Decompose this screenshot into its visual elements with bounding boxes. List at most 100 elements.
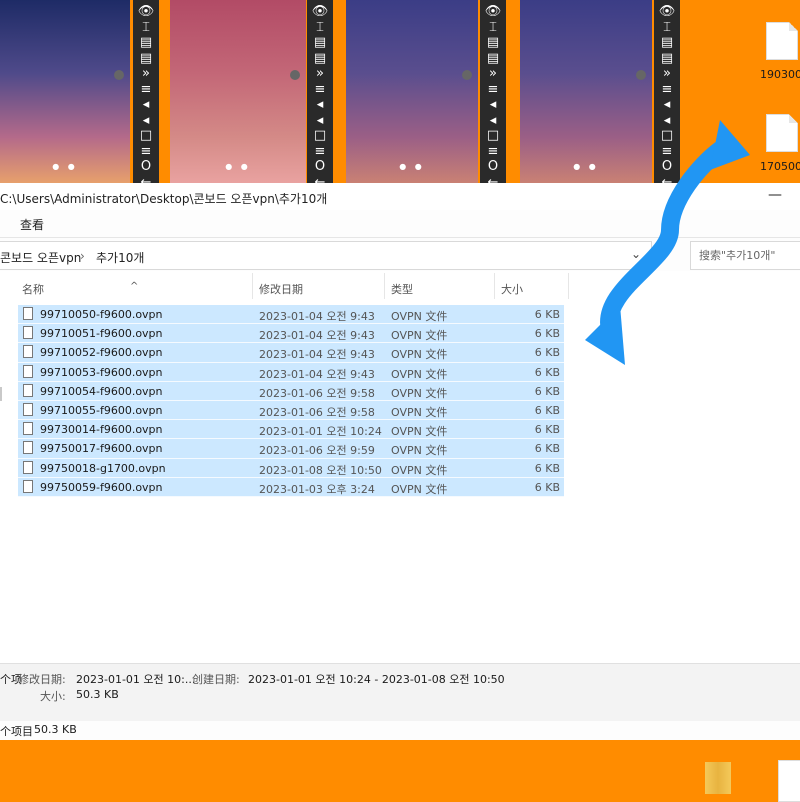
- text-cursor-icon[interactable]: ⌶: [663, 20, 671, 36]
- file-type: OVPN 文件: [391, 405, 448, 419]
- file-date: 2023-01-06 오전 9:58: [259, 386, 375, 400]
- file-name: 99750017-f9600.ovpn: [40, 442, 163, 456]
- eye-icon[interactable]: 👁: [312, 4, 329, 20]
- file-name: 99710052-f9600.ovpn: [40, 346, 163, 360]
- breadcrumb-current[interactable]: 추가10개: [96, 249, 144, 266]
- column-header-name[interactable]: 名称: [22, 281, 44, 297]
- desktop-file-label: 170500: [760, 160, 800, 173]
- home-icon[interactable]: O: [315, 159, 325, 175]
- phone-toolbar-3[interactable]: 👁 ⌶ ▤ ▤ » ≡ ◂ ◂ □ ≡ O ←: [480, 0, 506, 190]
- list-icon[interactable]: ▤: [661, 51, 673, 67]
- document-icon: [23, 383, 33, 397]
- file-name: 99710054-f9600.ovpn: [40, 384, 163, 398]
- rotate-icon[interactable]: □: [314, 128, 326, 144]
- file-name: 99750059-f9600.ovpn: [40, 480, 163, 494]
- breadcrumb-parent[interactable]: 콘보드 오픈vpn: [0, 249, 81, 266]
- table-row[interactable]: 99750059-f9600.ovpn 2023-01-03 오후 3:24 O…: [18, 477, 564, 497]
- file-size: 6 KB: [534, 423, 560, 437]
- list-icon[interactable]: ▤: [314, 51, 326, 67]
- status-selection-size: 50.3 KB: [34, 723, 77, 736]
- rotate-icon[interactable]: □: [487, 128, 499, 144]
- chevron-down-icon[interactable]: »: [142, 66, 150, 82]
- sort-ascending-icon: ^: [130, 281, 139, 292]
- volume-up-icon[interactable]: ◂: [317, 97, 324, 113]
- double-arrow-icon: [585, 120, 750, 365]
- file-type: OVPN 文件: [391, 310, 448, 323]
- tab-view[interactable]: 查看: [20, 216, 44, 233]
- list-icon[interactable]: ▤: [487, 51, 499, 67]
- document-icon: [23, 479, 33, 493]
- table-row[interactable]: 99750018-g1700.ovpn 2023-01-08 오전 10:50 …: [18, 458, 564, 478]
- document-icon: [23, 364, 33, 378]
- table-row[interactable]: 99710051-f9600.ovpn 2023-01-04 오전 9:43 O…: [18, 324, 564, 344]
- column-header-date[interactable]: 修改日期: [259, 281, 303, 297]
- chevron-down-icon[interactable]: »: [663, 66, 671, 82]
- table-row[interactable]: 99730014-f9600.ovpn 2023-01-01 오전 10:24 …: [18, 420, 564, 440]
- address-bar[interactable]: 콘보드 오픈vpn › 추가10개 ⌄: [0, 241, 652, 270]
- volume-down-icon[interactable]: ◂: [317, 113, 324, 129]
- volume-down-icon[interactable]: ◂: [490, 113, 497, 129]
- file-date: 2023-01-04 오전 9:43: [259, 310, 375, 323]
- phone-screen-3: ● ●: [346, 0, 478, 183]
- page-dots: ● ●: [225, 162, 251, 171]
- folder-icon[interactable]: [705, 762, 731, 794]
- rotate-icon[interactable]: □: [140, 128, 152, 144]
- file-date: 2023-01-06 오전 9:59: [259, 444, 375, 458]
- volume-up-icon[interactable]: ◂: [490, 97, 497, 113]
- file-icon[interactable]: [778, 760, 800, 802]
- table-row[interactable]: 99710052-f9600.ovpn 2023-01-04 오전 9:43 O…: [18, 343, 564, 363]
- clipboard-icon[interactable]: ▤: [314, 35, 326, 51]
- eye-icon[interactable]: 👁: [659, 4, 676, 20]
- chevron-down-icon[interactable]: »: [489, 66, 497, 82]
- home-icon[interactable]: O: [141, 159, 151, 175]
- column-header-type[interactable]: 类型: [391, 281, 413, 297]
- phone-toolbar-1[interactable]: 👁 ⌶ ▤ ▤ » ≡ ◂ ◂ □ ≡ O ←: [133, 0, 159, 190]
- home-icon[interactable]: O: [488, 159, 498, 175]
- table-row[interactable]: 99710053-f9600.ovpn 2023-01-04 오전 9:43 O…: [18, 362, 564, 382]
- document-icon: [23, 460, 33, 474]
- status-bar: 个项目 50.3 KB: [0, 721, 800, 740]
- document-icon: [23, 441, 33, 455]
- list-icon[interactable]: ▤: [140, 51, 152, 67]
- file-size: 6 KB: [534, 461, 560, 475]
- text-cursor-icon[interactable]: ⌶: [142, 20, 150, 36]
- text-cursor-icon[interactable]: ⌶: [489, 20, 497, 36]
- file-type: OVPN 文件: [391, 425, 448, 439]
- menu-icon[interactable]: ≡: [488, 82, 499, 98]
- details-modified-value: 2023-01-01 오전 10:...: [76, 673, 196, 686]
- table-row[interactable]: 99710054-f9600.ovpn 2023-01-06 오전 9:58 O…: [18, 381, 564, 401]
- table-row[interactable]: 99710050-f9600.ovpn 2023-01-04 오전 9:43 O…: [18, 305, 564, 325]
- breadcrumb-separator-icon[interactable]: ›: [80, 249, 85, 263]
- eye-icon[interactable]: 👁: [138, 4, 155, 20]
- file-date: 2023-01-08 오전 10:50: [259, 463, 382, 477]
- column-header-size[interactable]: 大小: [501, 281, 523, 297]
- details-size-value: 50.3 KB: [76, 688, 119, 701]
- file-name: 99710055-f9600.ovpn: [40, 403, 163, 417]
- volume-up-icon[interactable]: ◂: [664, 97, 671, 113]
- table-row[interactable]: 99750017-f9600.ovpn 2023-01-06 오전 9:59 O…: [18, 439, 564, 459]
- text-cursor-icon[interactable]: ⌶: [316, 20, 324, 36]
- clipboard-icon[interactable]: ▤: [487, 35, 499, 51]
- menu-lines-icon[interactable]: ≡: [315, 144, 326, 160]
- volume-down-icon[interactable]: ◂: [143, 113, 150, 129]
- file-name: 99730014-f9600.ovpn: [40, 423, 163, 437]
- table-row[interactable]: 99710055-f9600.ovpn 2023-01-06 오전 9:58 O…: [18, 400, 564, 421]
- volume-up-icon[interactable]: ◂: [143, 97, 150, 113]
- menu-icon[interactable]: ≡: [141, 82, 152, 98]
- menu-lines-icon[interactable]: ≡: [141, 144, 152, 160]
- column-headers: ^ 名称 修改日期 类型 大小: [0, 271, 570, 301]
- clipboard-icon[interactable]: ▤: [140, 35, 152, 51]
- desktop-file-label: 190300: [760, 68, 800, 81]
- desktop-file-190300[interactable]: 190300: [752, 22, 800, 81]
- clipboard-icon[interactable]: ▤: [661, 35, 673, 51]
- eye-icon[interactable]: 👁: [485, 4, 502, 20]
- chevron-down-icon[interactable]: »: [316, 66, 324, 82]
- edit-icon: [290, 70, 300, 80]
- file-date: 2023-01-01 오전 10:24: [259, 425, 382, 439]
- phone-toolbar-2[interactable]: 👁 ⌶ ▤ ▤ » ≡ ◂ ◂ □ ≡ O ←: [307, 0, 333, 190]
- minimize-button[interactable]: —: [768, 187, 782, 203]
- menu-icon[interactable]: ≡: [662, 82, 673, 98]
- menu-lines-icon[interactable]: ≡: [488, 144, 499, 160]
- menu-icon[interactable]: ≡: [315, 82, 326, 98]
- document-icon: [23, 402, 33, 416]
